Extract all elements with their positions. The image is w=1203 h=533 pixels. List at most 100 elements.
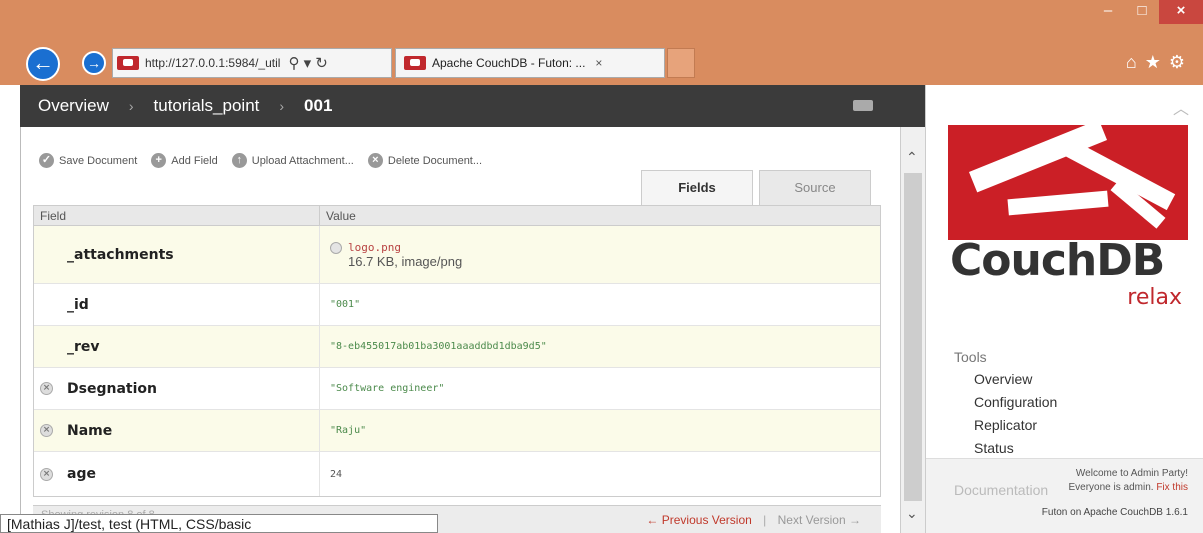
value-cell[interactable]: "Software engineer": [320, 368, 880, 409]
sidebar-item-status[interactable]: Status: [954, 440, 1057, 456]
sidebar-item-overview[interactable]: Overview: [954, 371, 1057, 387]
sidebar-collapse-icon[interactable]: ︿: [1173, 95, 1189, 119]
delete-field-icon[interactable]: ×: [40, 382, 53, 395]
field-name: age: [67, 466, 96, 482]
futon-version: Futon on Apache CouchDB 1.6.1: [1041, 507, 1188, 518]
field-name-cell: × Dsegnation: [34, 368, 320, 409]
delete-icon: ×: [367, 153, 383, 168]
upload-label: Upload Attachment...: [251, 154, 354, 167]
scrollbar[interactable]: ⌃ ⌄: [900, 127, 925, 533]
attachment-item: logo.png 16.7 KB, image/png: [330, 241, 880, 269]
field-name: Name: [67, 422, 113, 439]
minimize-button[interactable]: –: [1091, 0, 1125, 24]
next-version-link: Next Version →: [777, 513, 861, 527]
crumb-separator: ›: [128, 98, 134, 114]
upload-icon: ↑: [231, 153, 247, 168]
couchdb-logo: CouchDB relax: [948, 125, 1188, 325]
field-name-cell: × Name: [34, 410, 320, 451]
value-cell[interactable]: "8-eb455017ab01ba3001aaaddbd1dba9d5": [320, 326, 880, 367]
tab-title: Apache CouchDB - Futon: ...: [432, 56, 586, 70]
tooltip: [Mathias J]/test, test (HTML, CSS/basic: [0, 514, 438, 533]
crumb-separator: ›: [279, 98, 285, 114]
field-name: _rev: [67, 338, 100, 355]
table-row[interactable]: × age 24: [34, 452, 880, 496]
field-name: Dsegnation: [67, 380, 157, 397]
scroll-up-icon[interactable]: ⌃: [906, 149, 918, 166]
sidebar-item-replicator[interactable]: Replicator: [954, 417, 1057, 433]
table-row[interactable]: × Name "Raju": [34, 410, 880, 452]
table-row[interactable]: _rev "8-eb455017ab01ba3001aaaddbd1dba9d5…: [34, 326, 880, 368]
check-icon: ✓: [39, 153, 54, 168]
previous-version-link[interactable]: ← Previous Version: [646, 513, 751, 527]
logo-tagline: relax: [1127, 285, 1182, 310]
browser-icons[interactable]: ⌂★⚙: [1126, 52, 1193, 73]
breadcrumb: Overview › tutorials_point › 001: [20, 85, 925, 127]
window-controls: – □ ×: [1091, 0, 1203, 26]
table-row[interactable]: × Dsegnation "Software engineer": [34, 368, 880, 410]
tag-icon: [853, 100, 873, 111]
couchdb-favicon-icon: [117, 56, 139, 70]
address-bar[interactable]: http://127.0.0.1:5984/_util ⚲ ▾ ↻: [112, 48, 392, 78]
field-name-cell: _attachments: [34, 226, 320, 283]
value-cell[interactable]: "Raju": [320, 410, 880, 451]
delete-attachment-icon[interactable]: [330, 241, 342, 254]
pager-separator: |: [763, 513, 767, 527]
delete-field-icon[interactable]: ×: [40, 424, 53, 437]
browser-tab[interactable]: Apache CouchDB - Futon: ... ×: [395, 48, 665, 78]
scroll-down-icon[interactable]: ⌄: [906, 505, 918, 522]
field-name: _attachments: [67, 246, 174, 263]
tab-source[interactable]: Source: [759, 170, 871, 205]
delete-field-icon[interactable]: ×: [40, 467, 53, 481]
tab-close-icon[interactable]: ×: [595, 56, 602, 70]
save-document-button[interactable]: ✓ Save Document: [39, 153, 137, 168]
back-button[interactable]: ←: [26, 47, 60, 81]
add-field-label: Add Field: [171, 154, 218, 167]
new-tab-button[interactable]: [667, 48, 695, 78]
document-panel: ✓ Save Document + Add Field ↑ Upload Att…: [20, 127, 900, 533]
attachment-link[interactable]: logo.png: [348, 241, 462, 254]
fix-this-link[interactable]: Fix this: [1156, 482, 1188, 493]
documentation-header: Documentation: [954, 482, 1049, 498]
crumb-database[interactable]: tutorials_point: [154, 96, 260, 116]
browser-chrome: – □ × ← → http://127.0.0.1:5984/_util ⚲ …: [0, 0, 1203, 85]
view-tabs: Fields Source: [641, 170, 877, 205]
maximize-button[interactable]: □: [1125, 0, 1159, 24]
value-column-header: Value: [326, 209, 356, 223]
table-row[interactable]: _id "001": [34, 284, 880, 326]
search-refresh-icons[interactable]: ⚲ ▾ ↻: [288, 54, 327, 72]
crumb-document: 001: [304, 96, 333, 115]
add-field-button[interactable]: + Add Field: [151, 153, 218, 168]
field-name: _id: [67, 296, 89, 313]
sidebar: ︿ CouchDB relax Tools Overview Configura…: [925, 85, 1203, 533]
version-pager: ← Previous Version | Next Version →: [646, 513, 861, 527]
fields-table: Field Value _attachments logo.png 16.7 K…: [33, 205, 881, 497]
tools-header: Tools: [954, 349, 987, 365]
scroll-thumb[interactable]: [904, 173, 922, 501]
field-name-cell: _id: [34, 284, 320, 325]
welcome-text: Welcome to Admin Party!: [1075, 468, 1188, 479]
upload-attachment-button[interactable]: ↑ Upload Attachment...: [231, 153, 354, 168]
value-cell[interactable]: 24: [320, 452, 880, 496]
tab-fields[interactable]: Fields: [641, 170, 753, 205]
attachment-meta: 16.7 KB, image/png: [348, 253, 463, 269]
logo-name: CouchDB: [950, 235, 1165, 286]
address-url[interactable]: http://127.0.0.1:5984/_util: [145, 56, 280, 70]
sidebar-item-configuration[interactable]: Configuration: [954, 394, 1057, 410]
tools-menu: Tools Overview Configuration Replicator …: [954, 349, 1057, 463]
couchdb-tab-favicon-icon: [404, 56, 426, 70]
value-cell[interactable]: "001": [320, 284, 880, 325]
table-row[interactable]: _attachments logo.png 16.7 KB, image/png: [34, 226, 880, 284]
value-cell[interactable]: logo.png 16.7 KB, image/png: [320, 226, 880, 283]
field-name-cell: × age: [34, 452, 320, 496]
admin-note: Everyone is admin.: [1068, 482, 1154, 493]
plus-icon: +: [151, 153, 167, 168]
field-name-cell: _rev: [34, 326, 320, 367]
field-column-header: Field: [34, 206, 320, 225]
delete-document-button[interactable]: × Delete Document...: [367, 153, 482, 168]
forward-button[interactable]: →: [82, 51, 106, 75]
document-toolbar: ✓ Save Document + Add Field ↑ Upload Att…: [39, 153, 496, 168]
close-window-button[interactable]: ×: [1159, 0, 1203, 24]
value-number: 24: [330, 468, 343, 480]
table-header: Field Value: [34, 206, 880, 226]
crumb-overview[interactable]: Overview: [38, 96, 109, 116]
